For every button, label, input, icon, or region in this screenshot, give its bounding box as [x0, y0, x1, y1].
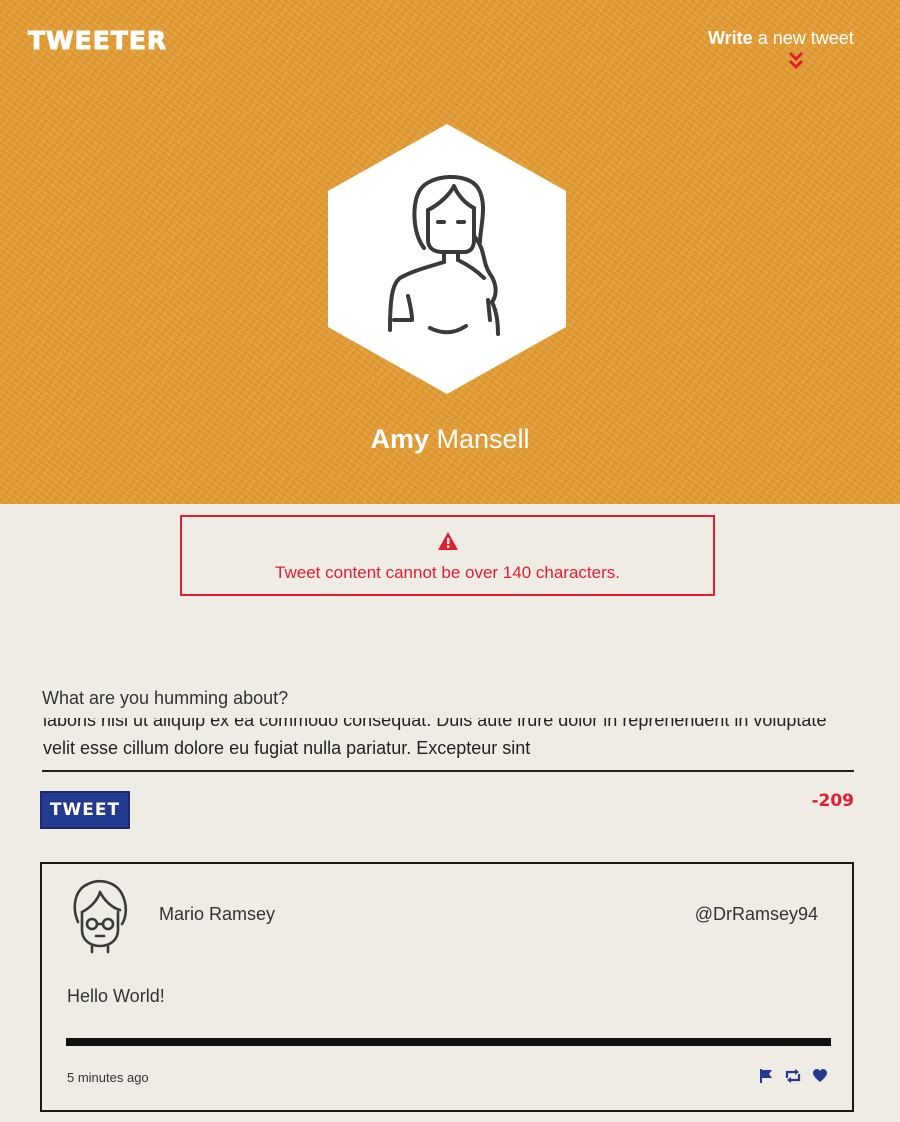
tweet-button[interactable]: TWEET: [40, 791, 130, 829]
tweet-author-name: Mario Ramsey: [159, 904, 276, 924]
profile-header: TWEETER Write a new tweet Amy Mansell: [0, 0, 900, 504]
flag-icon[interactable]: [758, 1068, 774, 1084]
author-avatar: [73, 880, 128, 954]
write-new-tweet-link[interactable]: Write a new tweet: [708, 28, 854, 49]
profile-avatar: [328, 124, 566, 394]
profile-first-name: Amy: [370, 424, 429, 454]
tweet-content: Hello World!: [67, 986, 165, 1006]
tweet-textarea[interactable]: laboris nisi ut aliquip ex ea commodo co…: [42, 718, 854, 772]
warning-icon: [438, 532, 458, 550]
tweet-divider: [66, 1038, 831, 1046]
tweet-timestamp: 5 minutes ago: [67, 1070, 149, 1085]
app-logo[interactable]: TWEETER: [27, 26, 167, 56]
character-counter: -209: [811, 791, 854, 811]
heart-icon[interactable]: [812, 1068, 828, 1084]
write-link-rest: a new tweet: [752, 28, 854, 48]
tweet-actions: [758, 1068, 828, 1084]
profile-name: Amy Mansell: [0, 424, 900, 455]
retweet-icon[interactable]: [784, 1068, 802, 1084]
tweet-prompt-label: What are you humming about?: [42, 688, 289, 708]
tweet-author-handle: @DrRamsey94: [694, 904, 818, 924]
tweet-card: Mario Ramsey @DrRamsey94 Hello World! 5 …: [40, 862, 854, 1112]
error-alert: Tweet content cannot be over 140 charact…: [180, 515, 715, 596]
profile-last-name: Mansell: [436, 424, 530, 454]
tweet-textarea-value: laboris nisi ut aliquip ex ea commodo co…: [43, 718, 827, 758]
error-message: Tweet content cannot be over 140 charact…: [275, 563, 620, 582]
write-link-bold: Write: [708, 28, 753, 48]
chevron-double-down-icon[interactable]: [785, 50, 807, 72]
